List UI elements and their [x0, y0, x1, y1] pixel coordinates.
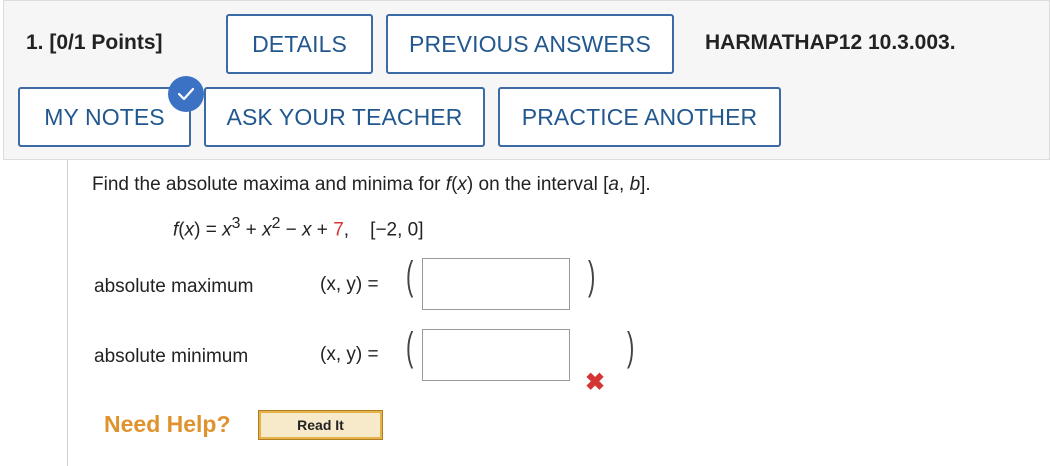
content-divider [67, 160, 68, 466]
absolute-maximum-input[interactable] [422, 258, 570, 310]
formula-constant: 7 [333, 219, 344, 241]
close-paren-max: ) [588, 254, 596, 298]
close-paren-min: ) [627, 325, 635, 369]
absolute-maximum-label: absolute maximum [94, 276, 254, 297]
absolute-minimum-label: absolute minimum [94, 346, 249, 367]
read-it-button[interactable]: Read It [258, 410, 383, 440]
open-paren-min: ( [406, 325, 414, 369]
problem-formula: f(x) = x3 + x2 − x + 7, [−2, 0] [173, 215, 424, 241]
question-code: HARMATHAP12 10.3.003. [705, 31, 956, 54]
problem-prompt: Find the absolute maxima and minima for … [92, 174, 651, 195]
practice-another-button[interactable]: PRACTICE ANOTHER [498, 87, 781, 147]
x-mark-icon: ✖ [585, 369, 606, 396]
check-icon [168, 76, 204, 112]
xy-label-min: (x, y) = [320, 344, 379, 365]
my-notes-button[interactable]: MY NOTES [18, 87, 191, 147]
open-paren-max: ( [406, 254, 414, 298]
question-number: 1. [0/1 Points] [26, 31, 163, 54]
details-button[interactable]: DETAILS [226, 14, 373, 74]
previous-answers-button[interactable]: PREVIOUS ANSWERS [386, 14, 674, 74]
need-help-label: Need Help? [104, 411, 231, 437]
absolute-minimum-input[interactable] [422, 329, 570, 381]
xy-label-max: (x, y) = [320, 274, 379, 295]
formula-interval: [−2, 0] [370, 219, 424, 241]
ask-your-teacher-button[interactable]: ASK YOUR TEACHER [204, 87, 485, 147]
